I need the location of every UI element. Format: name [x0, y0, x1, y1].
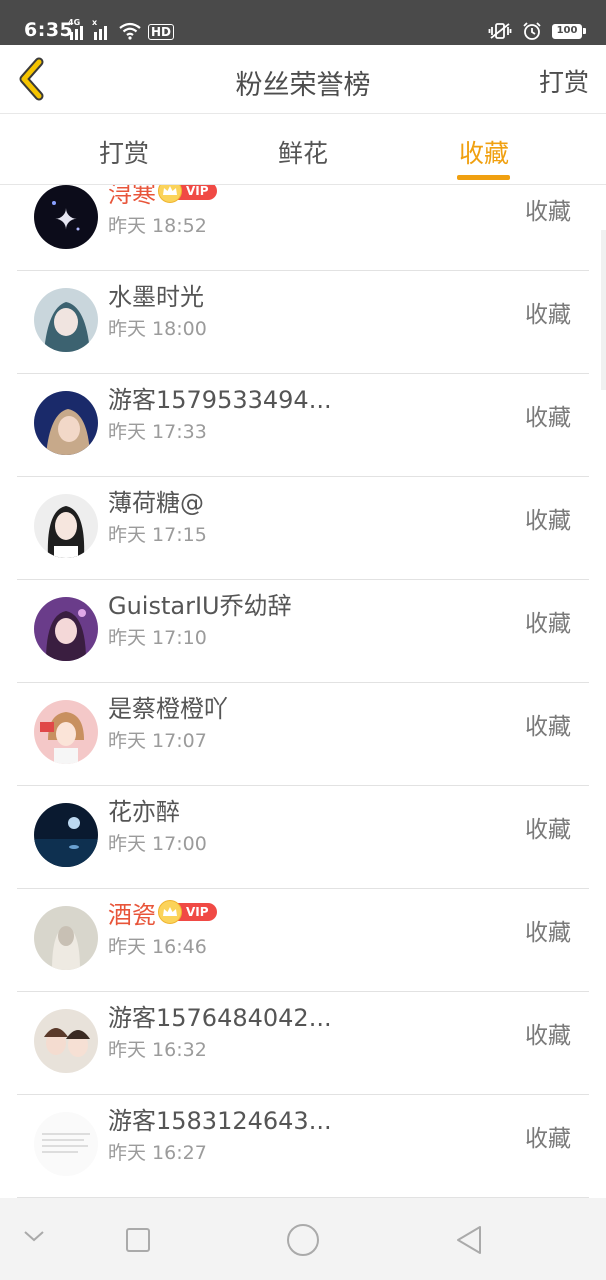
avatar — [34, 288, 98, 352]
wifi-icon — [119, 22, 141, 40]
nav-collapse-button[interactable] — [22, 1228, 46, 1248]
svg-text:✦: ✦ — [54, 203, 77, 236]
avatar — [34, 1112, 98, 1176]
list-item[interactable]: GuistarIU乔幼辞 昨天 17:10 收藏 — [0, 580, 606, 683]
list-item[interactable]: 是蔡橙橙吖 昨天 17:07 收藏 — [0, 683, 606, 786]
timestamp: 昨天 17:07 — [108, 730, 207, 752]
active-tab-indicator — [457, 175, 510, 180]
username: 游客1576484042... — [108, 1003, 332, 1032]
tab-reward[interactable]: 打赏 — [74, 134, 174, 170]
system-nav-bar — [0, 1198, 606, 1280]
favorite-label: 收藏 — [525, 817, 571, 843]
network-indicators: 4G x HD — [68, 18, 175, 40]
favorite-label: 收藏 — [525, 1126, 571, 1152]
nav-home-button[interactable] — [286, 1223, 320, 1261]
status-bar: 6:35 4G x HD 100 — [0, 0, 606, 45]
list-item[interactable]: 游客1579533494... 昨天 17:33 收藏 — [0, 374, 606, 477]
timestamp: 昨天 16:27 — [108, 1142, 207, 1164]
avatar — [34, 803, 98, 867]
avatar — [34, 391, 98, 455]
username: GuistarIU乔幼辞 — [108, 591, 292, 620]
favorite-label: 收藏 — [525, 302, 571, 328]
timestamp: 昨天 17:33 — [108, 421, 207, 443]
avatar — [34, 700, 98, 764]
battery-icon: 100 — [552, 23, 586, 39]
chevron-down-icon — [24, 1231, 44, 1242]
list-item[interactable]: 酒瓷 VIP 昨天 16:46 收藏 — [0, 889, 606, 992]
timestamp: 昨天 17:15 — [108, 524, 207, 546]
favorite-label: 收藏 — [525, 508, 571, 534]
timestamp: 昨天 18:52 — [108, 215, 207, 237]
back-triangle-icon — [457, 1226, 481, 1254]
avatar — [34, 597, 98, 661]
favorite-label: 收藏 — [525, 199, 571, 225]
avatar — [34, 906, 98, 970]
list-item[interactable]: 水墨时光 昨天 18:00 收藏 — [0, 271, 606, 374]
username: 水墨时光 — [108, 282, 204, 311]
list-item[interactable]: ✦ 浔寒 VIP 昨天 18:52 收藏 — [0, 185, 606, 271]
title-bar: 粉丝荣誉榜 打赏 — [0, 45, 606, 114]
recents-square-icon — [126, 1228, 150, 1252]
favorite-label: 收藏 — [525, 1023, 571, 1049]
username: 薄荷糖@ — [108, 488, 204, 517]
favorite-label: 收藏 — [525, 920, 571, 946]
username: 浔寒 — [108, 185, 156, 208]
favorite-label: 收藏 — [525, 405, 571, 431]
reward-button[interactable]: 打赏 — [539, 63, 589, 99]
list-item[interactable]: 游客1576484042... 昨天 16:32 收藏 — [0, 992, 606, 1095]
status-right: 100 — [488, 21, 586, 41]
scrollbar[interactable] — [601, 230, 606, 390]
username: 是蔡橙橙吖 — [108, 694, 228, 723]
timestamp: 昨天 17:10 — [108, 627, 207, 649]
favorite-label: 收藏 — [525, 611, 571, 637]
page-title: 粉丝荣誉榜 — [235, 70, 371, 101]
username: 酒瓷 — [108, 900, 156, 929]
timestamp: 昨天 16:32 — [108, 1039, 207, 1061]
signal-icon: x — [92, 18, 112, 40]
avatar — [34, 1009, 98, 1073]
username: 游客1583124643... — [108, 1106, 332, 1135]
timestamp: 昨天 16:46 — [108, 936, 207, 958]
avatar — [34, 494, 98, 558]
favorite-label: 收藏 — [525, 714, 571, 740]
list-item[interactable]: 花亦醉 昨天 17:00 收藏 — [0, 786, 606, 889]
crown-icon — [158, 185, 182, 203]
crown-icon — [158, 900, 182, 924]
signal-icon: 4G — [68, 18, 88, 40]
timestamp: 昨天 18:00 — [108, 318, 207, 340]
status-time: 6:35 — [24, 19, 74, 41]
username: 花亦醉 — [108, 797, 180, 826]
hd-indicator: HD — [148, 24, 175, 40]
list-item[interactable]: 游客1583124643... 昨天 16:27 收藏 — [0, 1095, 606, 1198]
tab-flowers[interactable]: 鲜花 — [253, 134, 353, 170]
avatar: ✦ — [34, 185, 98, 249]
nav-recents-button[interactable] — [125, 1227, 151, 1257]
tab-bar: 打赏 鲜花 收藏 — [0, 114, 606, 185]
home-circle-icon — [287, 1224, 319, 1256]
favorites-list[interactable]: ✦ 浔寒 VIP 昨天 18:52 收藏 水墨时光 昨天 18:00 收藏 游客… — [0, 185, 606, 1198]
tab-favorites[interactable]: 收藏 — [434, 134, 534, 170]
vibrate-icon — [488, 23, 512, 39]
list-item[interactable]: 薄荷糖@ 昨天 17:15 收藏 — [0, 477, 606, 580]
nav-back-button[interactable] — [454, 1224, 484, 1260]
alarm-icon — [523, 22, 541, 40]
username: 游客1579533494... — [108, 385, 332, 414]
timestamp: 昨天 17:00 — [108, 833, 207, 855]
